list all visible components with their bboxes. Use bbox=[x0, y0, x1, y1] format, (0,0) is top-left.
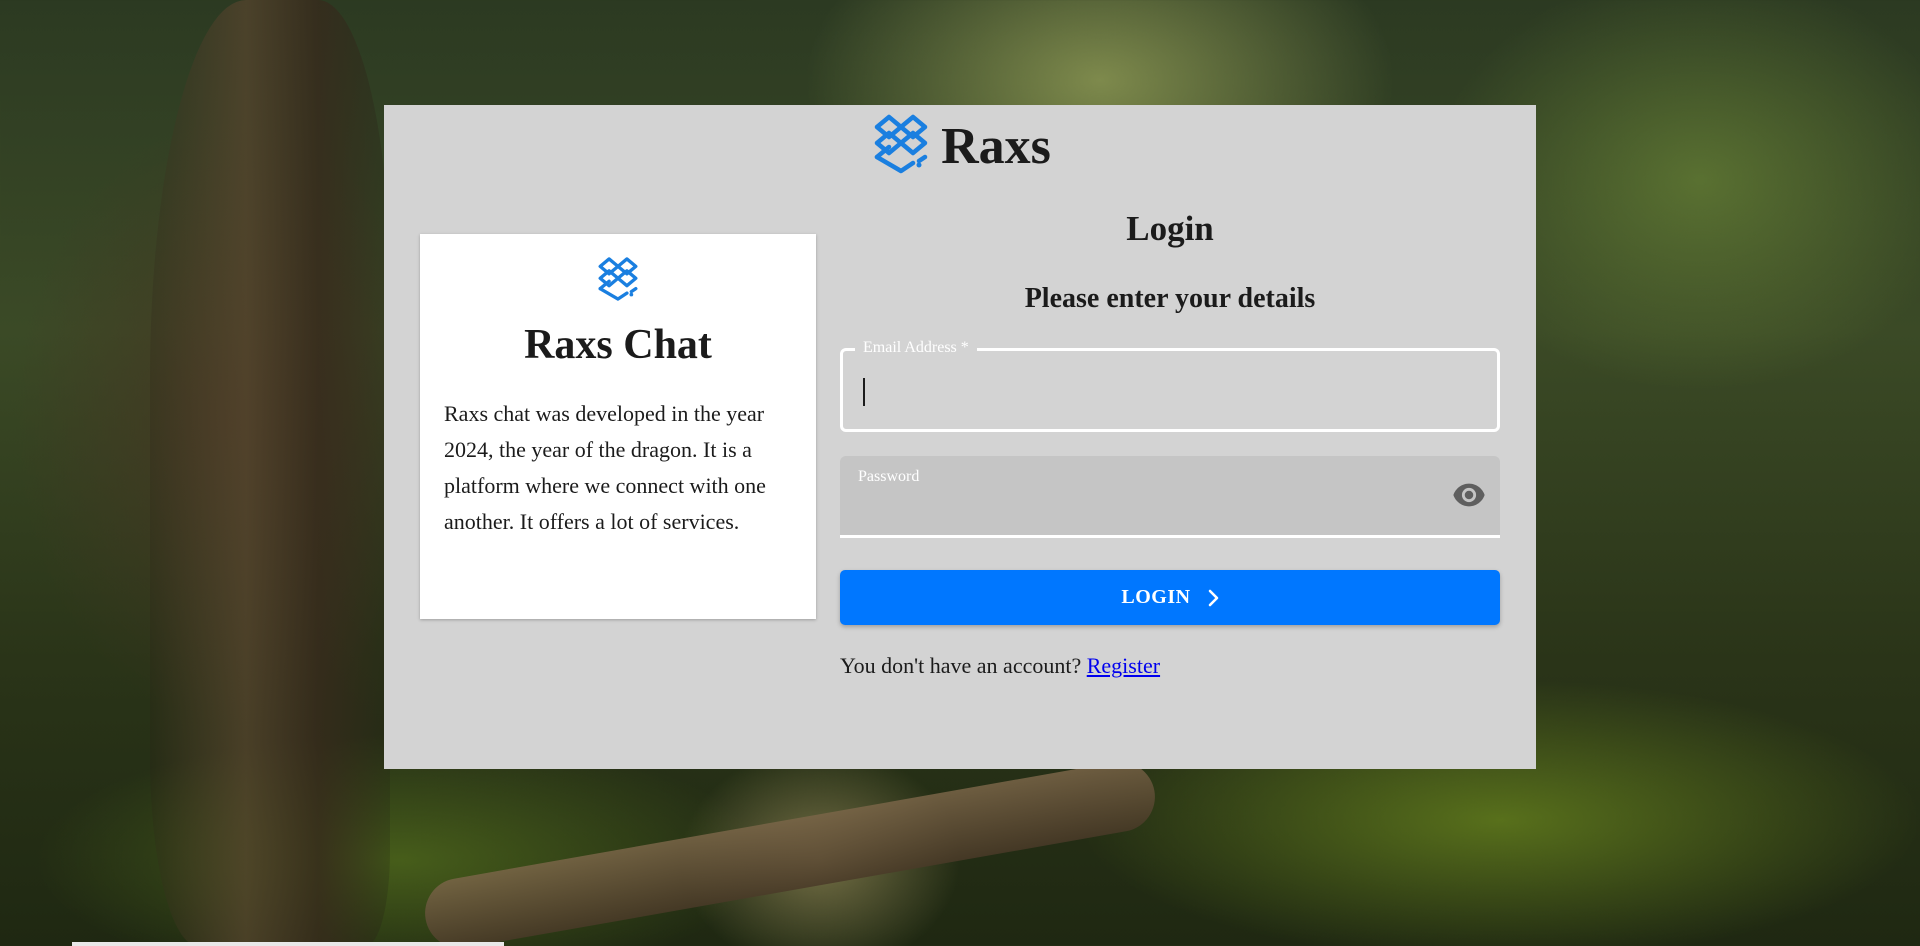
email-field[interactable]: Email Address * bbox=[840, 337, 1500, 432]
login-heading: Login bbox=[1126, 209, 1214, 248]
email-field-label: Email Address * bbox=[855, 337, 977, 359]
text-caret bbox=[863, 378, 865, 406]
stacked-diamond-logo-icon bbox=[874, 114, 928, 174]
password-field-label: Password bbox=[858, 468, 920, 485]
password-field[interactable]: Password bbox=[840, 456, 1500, 538]
info-card-description: Raxs chat was developed in the year 2024… bbox=[444, 401, 766, 535]
password-input[interactable] bbox=[858, 492, 1422, 526]
info-card-title: Raxs Chat bbox=[524, 322, 712, 368]
stacked-diamond-logo-icon bbox=[598, 257, 638, 301]
info-card: Raxs Chat Raxs chat was developed in the… bbox=[420, 234, 816, 619]
register-prompt: You don't have an account? Register bbox=[840, 653, 1160, 679]
chevron-right-icon bbox=[1208, 589, 1218, 606]
background-tree-trunk bbox=[150, 0, 390, 946]
background-fallen-log bbox=[419, 756, 1161, 946]
login-container: Raxs Raxs Chat Raxs chat was developed i… bbox=[384, 105, 1536, 769]
login-button-label: LOGIN bbox=[1121, 586, 1191, 608]
login-subheading: Please enter your details bbox=[1024, 283, 1316, 314]
login-button[interactable]: LOGIN bbox=[840, 570, 1500, 625]
bottom-scroll-indicator bbox=[72, 942, 504, 946]
register-prompt-text: You don't have an account? bbox=[840, 653, 1087, 678]
register-link[interactable]: Register bbox=[1087, 653, 1160, 678]
eye-icon[interactable] bbox=[1452, 482, 1486, 508]
brand-name: Raxs bbox=[941, 118, 1051, 175]
email-input[interactable] bbox=[861, 369, 1465, 411]
brand-header: Raxs bbox=[384, 113, 1536, 175]
